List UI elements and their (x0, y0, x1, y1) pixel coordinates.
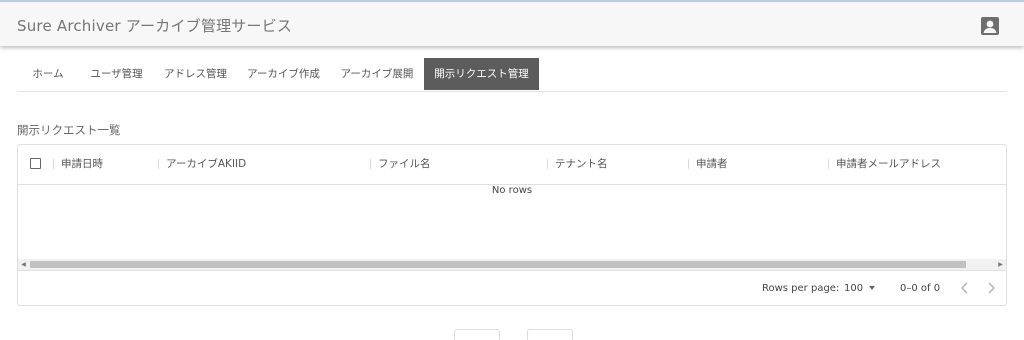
select-all-checkbox[interactable] (30, 158, 41, 169)
rows-per-page-label: Rows per page: (762, 283, 840, 294)
column-separator[interactable] (370, 159, 371, 169)
tab-archive-expand[interactable]: アーカイブ展開 (330, 58, 424, 90)
requests-data-grid: 申請日時 アーカイブAKIID ファイル名 テナント名 申請者 申請者メールアド… (17, 144, 1007, 306)
chevron-right-icon (988, 282, 995, 294)
column-header-archive-akiid[interactable]: アーカイブAKIID (166, 145, 246, 184)
column-separator[interactable] (53, 159, 54, 169)
scroll-left-icon[interactable]: ◀ (18, 259, 29, 270)
column-header-applicant-email[interactable]: 申請者メールアドレス (836, 145, 941, 184)
tab-address-management[interactable]: アドレス管理 (154, 58, 237, 90)
main-tabs: ホーム ユーザ管理 アドレス管理 アーカイブ作成 アーカイブ展開 開示リクエスト… (17, 58, 1007, 92)
chevron-left-icon (961, 282, 968, 294)
next-page-button[interactable] (982, 279, 1000, 297)
scroll-right-icon[interactable]: ▶ (995, 259, 1006, 270)
column-separator[interactable] (547, 159, 548, 169)
app-title: Sure Archiver アーカイブ管理サービス (17, 17, 293, 35)
tab-user-management[interactable]: ユーザ管理 (79, 58, 154, 90)
column-separator[interactable] (688, 159, 689, 169)
column-header-file-name[interactable]: ファイル名 (378, 145, 431, 184)
tab-home[interactable]: ホーム (17, 58, 79, 90)
section-title: 開示リクエスト一覧 (17, 123, 121, 137)
app-bar: Sure Archiver アーカイブ管理サービス (0, 0, 1024, 46)
previous-page-button[interactable] (956, 279, 974, 297)
scrollbar-thumb[interactable] (30, 261, 966, 268)
column-header-request-datetime[interactable]: 申請日時 (61, 145, 103, 184)
account-icon[interactable] (979, 15, 1001, 37)
rows-per-page-select[interactable]: 100 (844, 281, 876, 297)
no-rows-message: No rows (491, 185, 533, 196)
tab-archive-create[interactable]: アーカイブ作成 (237, 58, 330, 90)
horizontal-scrollbar[interactable]: ◀ ▶ (18, 259, 1006, 270)
column-separator[interactable] (158, 159, 159, 169)
tab-disclosure-request-management[interactable]: 開示リクエスト管理 (424, 58, 539, 90)
grid-footer: Rows per page: 100 0–0 of 0 (18, 270, 1006, 306)
grid-header: 申請日時 アーカイブAKIID ファイル名 テナント名 申請者 申請者メールアド… (18, 145, 1006, 185)
page-range-text: 0–0 of 0 (900, 283, 941, 294)
caret-down-icon (869, 286, 876, 290)
bottom-action-button-2[interactable] (527, 329, 573, 340)
bottom-action-button-1[interactable] (454, 329, 500, 340)
column-header-applicant[interactable]: 申請者 (696, 145, 728, 184)
rows-per-page-value: 100 (844, 283, 864, 294)
column-header-tenant-name[interactable]: テナント名 (555, 145, 608, 184)
column-separator[interactable] (828, 159, 829, 169)
